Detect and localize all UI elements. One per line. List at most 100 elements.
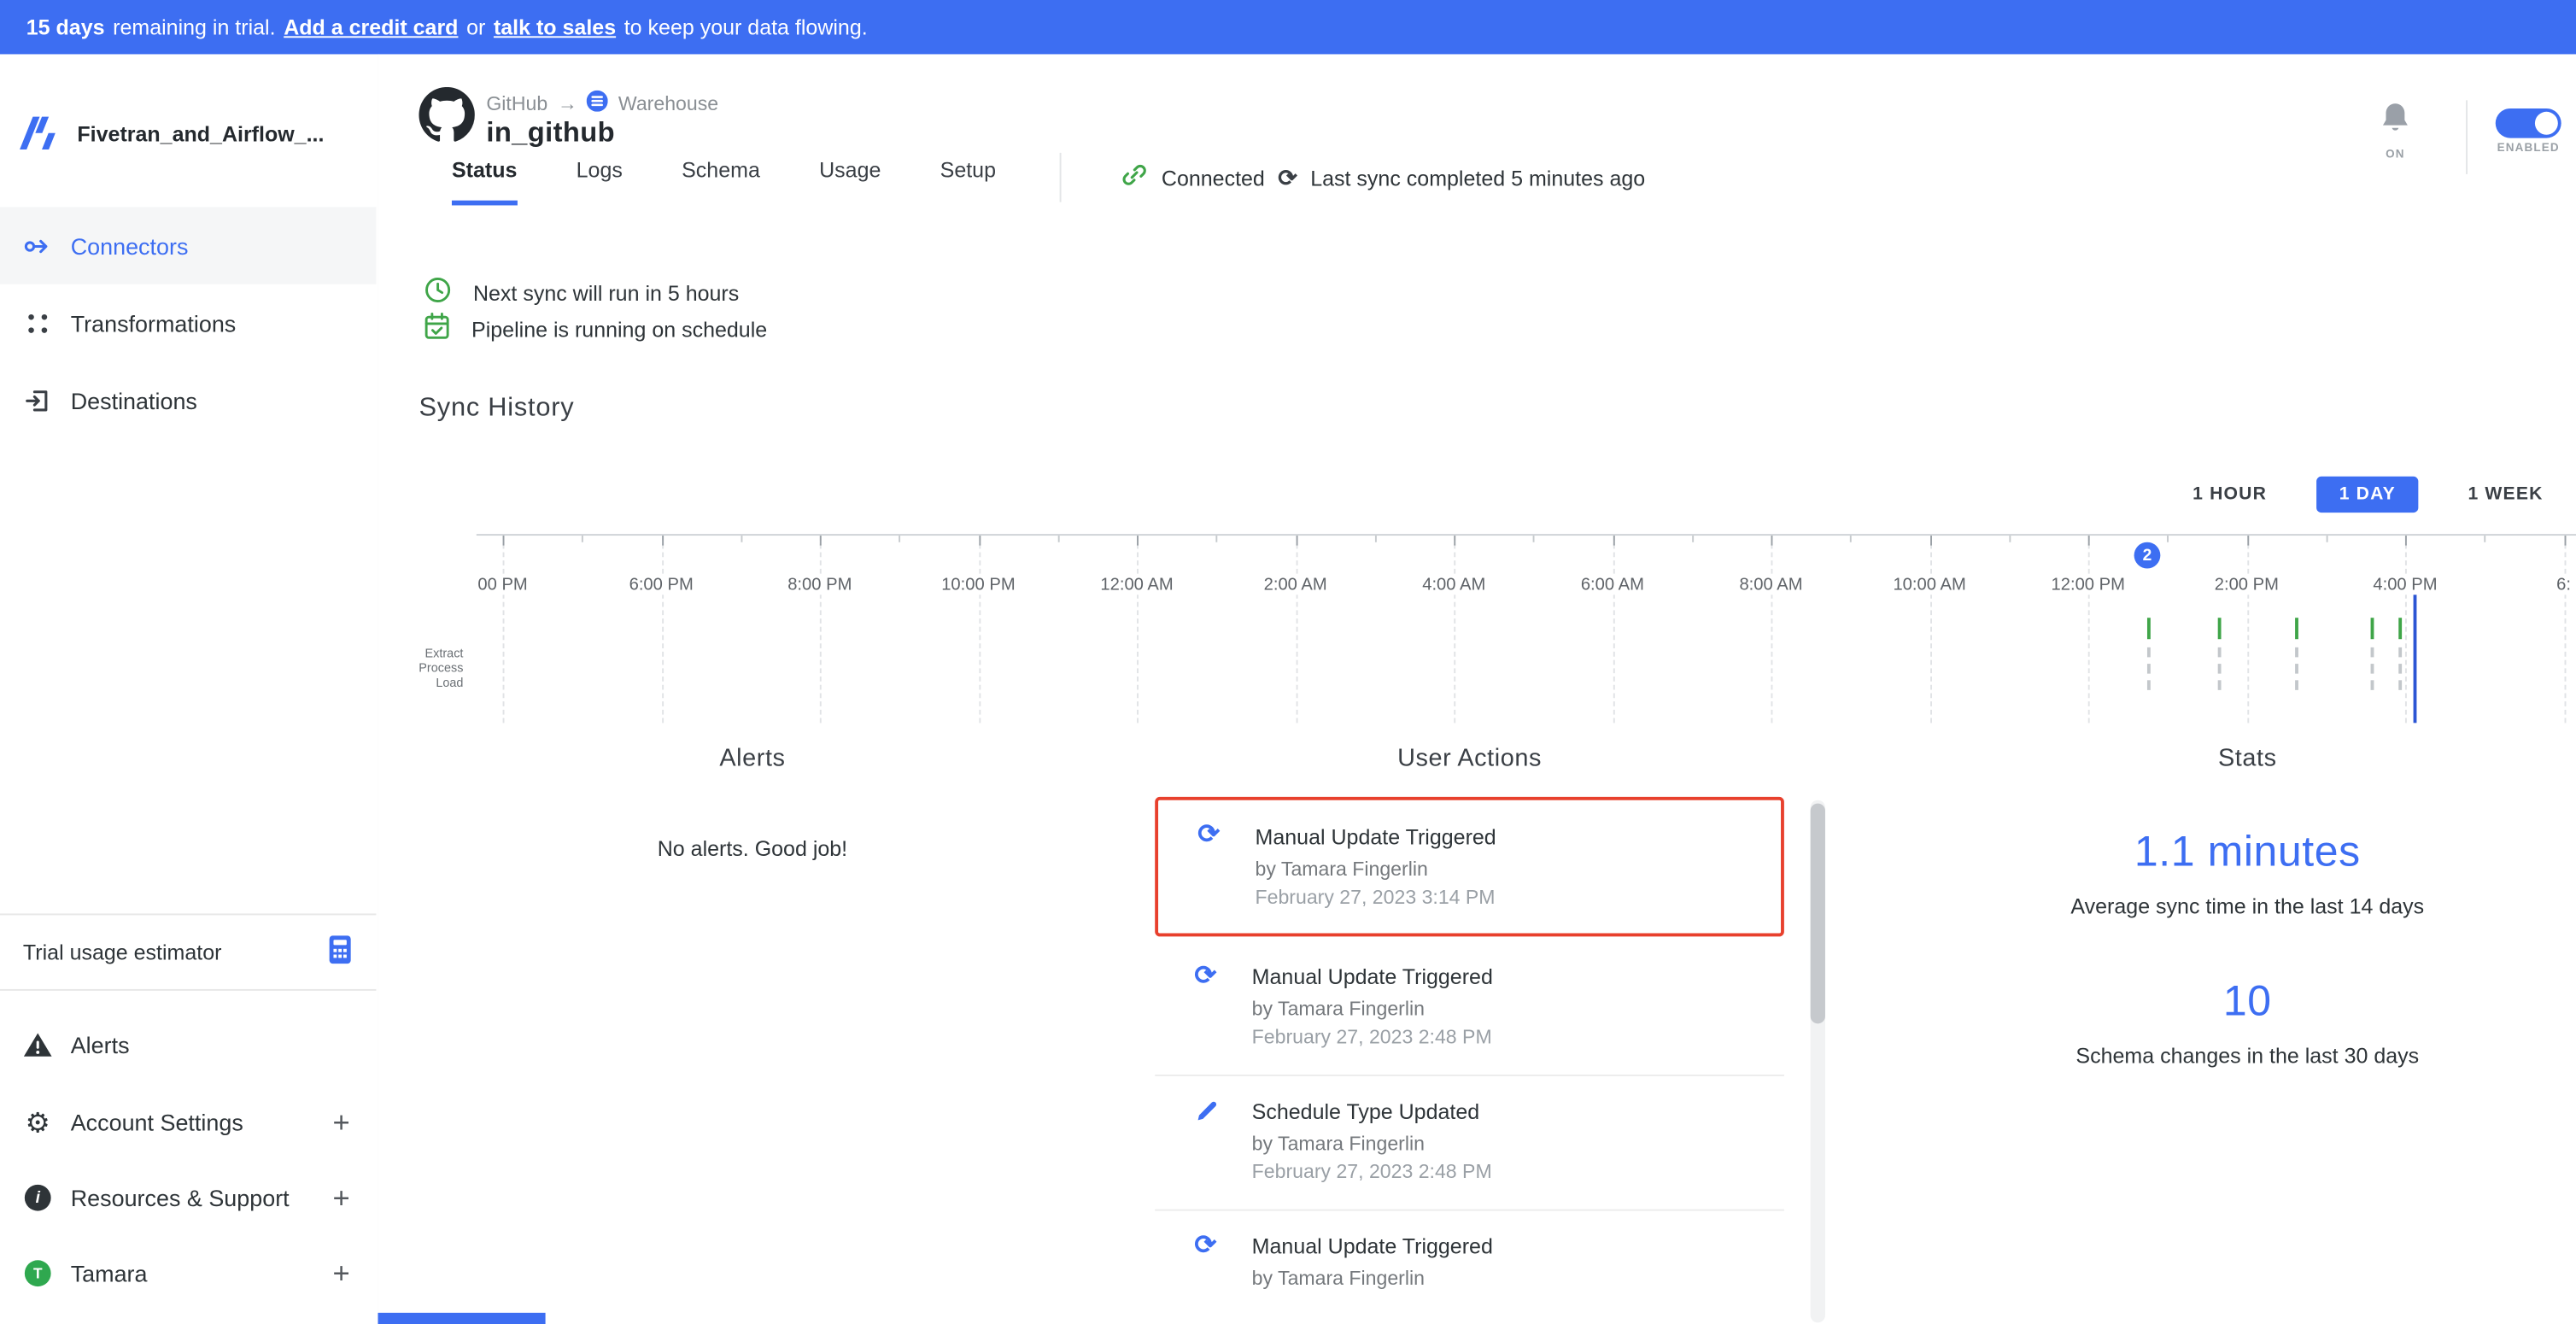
status-text: Pipeline is running on schedule (471, 316, 767, 341)
user-action-title: Manual Update Triggered (1256, 825, 1765, 850)
minor-tick-mark (2168, 536, 2169, 542)
trial-usage-estimator[interactable]: Trial usage estimator (0, 913, 376, 990)
breadcrumb-source[interactable]: GitHub (486, 92, 547, 115)
tick-label: 10:00 PM (938, 575, 1018, 595)
sidebar-item-transformations[interactable]: Transformations (0, 284, 376, 361)
tick-mark (2246, 536, 2248, 546)
gridline (1929, 536, 1931, 723)
sidebar-item-resources-support[interactable]: i Resources & Support + (0, 1160, 376, 1235)
minor-tick-mark (2326, 536, 2327, 542)
user-action-by: by Tamara Fingerlin (1252, 1267, 1768, 1290)
expand-plus-icon[interactable]: + (332, 1180, 349, 1215)
minor-tick-mark (899, 536, 901, 542)
gridline (1771, 536, 1773, 723)
row-label-load: Load (378, 676, 463, 690)
tick-label: 2:00 AM (1261, 575, 1331, 595)
workspace-name: Fivetran_and_Airflow_... (77, 121, 324, 146)
row-label-extract: Extract (378, 646, 463, 660)
range-1-week-button[interactable]: 1 WEEK (2468, 477, 2543, 513)
tick-mark (503, 536, 505, 546)
sync-count-badge[interactable]: 2 (2134, 542, 2161, 569)
notifications-toggle[interactable]: ON (2372, 100, 2418, 161)
gridline (503, 536, 505, 723)
destinations-icon (23, 385, 53, 415)
user-action-title: Manual Update Triggered (1252, 964, 1768, 989)
refresh-icon: ⟳ (1194, 964, 1221, 991)
sync-event-mark[interactable] (2147, 618, 2151, 696)
user-action-item[interactable]: ⟳ Manual Update Triggered by Tamara Fing… (1155, 1211, 1784, 1324)
sync-event-mark[interactable] (2295, 618, 2298, 696)
info-icon: i (23, 1183, 53, 1213)
add-credit-card-link[interactable]: Add a credit card (284, 15, 458, 39)
sidebar-item-label: Resources & Support (71, 1185, 290, 1211)
refresh-icon: ⟳ (1197, 823, 1224, 850)
user-action-item[interactable]: ⟳ Manual Update Triggered by Tamara Fing… (1155, 941, 1784, 1076)
range-1-hour-button[interactable]: 1 HOUR (2193, 477, 2267, 513)
gridline (1137, 536, 1139, 723)
app-window: 15 days remaining in trial. Add a credit… (0, 0, 2576, 1324)
minor-tick-mark (1533, 536, 1535, 542)
tick-label: 4:00 AM (1419, 575, 1489, 595)
workspace-switcher[interactable]: Fivetran_and_Airflow_... (20, 107, 324, 161)
toggle-switch[interactable] (2496, 108, 2561, 138)
tab-logs[interactable]: Logs (577, 158, 623, 206)
scrollbar-track[interactable] (1811, 800, 1825, 1323)
tab-setup[interactable]: Setup (940, 158, 996, 206)
breadcrumb-destination[interactable]: Warehouse (618, 92, 718, 115)
clock-icon (424, 276, 452, 308)
row-label-process: Process (378, 660, 463, 675)
sync-event-mark[interactable] (2218, 618, 2222, 696)
tick-mark (661, 536, 663, 546)
tick-label: 6: (2553, 575, 2574, 595)
minor-tick-mark (1057, 536, 1059, 542)
tab-usage[interactable]: Usage (819, 158, 881, 206)
expand-plus-icon[interactable]: + (332, 1256, 349, 1290)
sidebar-item-account-settings[interactable]: ⚙ Account Settings + (0, 1084, 376, 1159)
tab-bar: Status Logs Schema Usage Setup (452, 158, 996, 206)
expand-plus-icon[interactable]: + (332, 1105, 349, 1139)
talk-to-sales-link[interactable]: talk to sales (494, 15, 616, 39)
pencil-icon (1194, 1099, 1221, 1126)
connection-status: Connected ⟳ Last sync completed 5 minute… (1121, 161, 1645, 194)
tick-mark (978, 536, 980, 546)
tab-schema[interactable]: Schema (682, 158, 760, 206)
gridline (1613, 536, 1614, 723)
tick-label: 4:00 PM (2370, 575, 2441, 595)
toggle-state-label: ENABLED (2491, 143, 2566, 154)
scrollbar-thumb[interactable] (1811, 804, 1825, 1024)
user-action-item[interactable]: Schedule Type Updated by Tamara Fingerli… (1155, 1076, 1784, 1211)
refresh-icon: ⟳ (1194, 1234, 1221, 1261)
divider (1060, 153, 1062, 202)
tick-mark (820, 536, 822, 546)
status-text: Next sync will run in 5 hours (473, 280, 739, 305)
bell-state-label: ON (2372, 149, 2418, 161)
enabled-toggle[interactable]: ENABLED (2491, 108, 2566, 155)
stats-panel-title: Stats (1993, 744, 2502, 772)
range-1-day-button[interactable]: 1 DAY (2316, 477, 2419, 513)
trial-banner: 15 days remaining in trial. Add a credit… (0, 0, 2576, 54)
refresh-icon[interactable]: ⟳ (1278, 166, 1297, 189)
trial-text-end: to keep your data flowing. (624, 15, 868, 39)
sync-event-mark[interactable] (2371, 618, 2374, 696)
sidebar-item-connectors[interactable]: Connectors (0, 207, 376, 284)
user-action-date: February 27, 2023 2:48 PM (1252, 1160, 1768, 1183)
link-icon (1121, 161, 1149, 194)
minor-tick-mark (1216, 536, 1218, 542)
user-action-title: Schedule Type Updated (1252, 1099, 1768, 1124)
gridline (820, 536, 822, 723)
sidebar-item-destinations[interactable]: Destinations (0, 361, 376, 438)
sidebar-item-alerts[interactable]: Alerts (0, 1007, 376, 1082)
sync-event-mark[interactable] (2398, 618, 2402, 696)
alerts-empty-text: No alerts. Good job! (424, 836, 1080, 861)
gridline (1296, 536, 1297, 723)
tab-status[interactable]: Status (452, 158, 517, 206)
connector-title: in_github (486, 117, 615, 149)
tick-label: 6:00 PM (626, 575, 697, 595)
sidebar-item-label: Alerts (71, 1032, 130, 1058)
user-actions-panel-title: User Actions (1155, 744, 1784, 772)
gridline (661, 536, 663, 723)
user-action-date: February 27, 2023 3:14 PM (1256, 886, 1765, 909)
toggle-knob (2535, 112, 2558, 135)
user-action-item[interactable]: ⟳ Manual Update Triggered by Tamara Fing… (1155, 797, 1784, 936)
sidebar-item-user-tamara[interactable]: T Tamara + (0, 1235, 376, 1310)
